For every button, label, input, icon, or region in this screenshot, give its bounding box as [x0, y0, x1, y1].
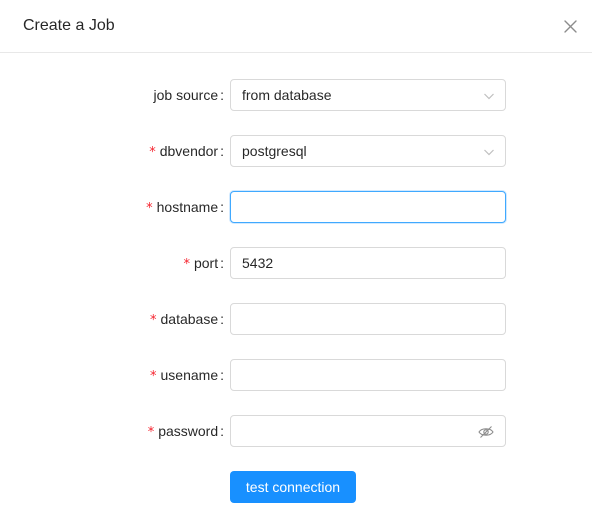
- form-row-usename: * usename:: [0, 359, 592, 391]
- required-mark: *: [147, 425, 155, 440]
- close-button[interactable]: [560, 16, 582, 38]
- job-source-value: from database: [242, 87, 332, 103]
- hostname-label: * hostname:: [146, 199, 224, 216]
- form-row-job-source: job source: from database: [0, 79, 592, 111]
- create-job-modal: Create a Job job source: from database *…: [0, 0, 592, 515]
- password-field-wrapper: [230, 415, 506, 447]
- password-input[interactable]: [231, 416, 505, 446]
- modal-header: Create a Job: [0, 0, 592, 53]
- required-mark: *: [150, 313, 157, 328]
- port-input[interactable]: [231, 248, 505, 278]
- usename-field-wrapper: [230, 359, 506, 391]
- usename-label: * usename:: [150, 367, 224, 384]
- job-source-label: job source:: [153, 87, 224, 103]
- form-row-hostname: * hostname:: [0, 191, 592, 223]
- required-mark: *: [150, 369, 157, 384]
- port-field-wrapper: [230, 247, 506, 279]
- eye-invisible-icon[interactable]: [478, 425, 494, 439]
- required-mark: *: [149, 145, 156, 160]
- form-row-password: * password:: [0, 415, 592, 447]
- form-row-port: * port:: [0, 247, 592, 279]
- database-field-wrapper: [230, 303, 506, 335]
- form-row-database: * database:: [0, 303, 592, 335]
- hostname-input[interactable]: [231, 192, 505, 222]
- dbvendor-select[interactable]: postgresql: [230, 135, 506, 167]
- chevron-down-icon: [484, 93, 494, 100]
- dbvendor-label: * dbvendor:: [149, 143, 224, 160]
- usename-input[interactable]: [231, 360, 505, 390]
- password-label: * password:: [147, 423, 224, 440]
- test-connection-button[interactable]: test connection: [230, 471, 356, 503]
- dbvendor-value: postgresql: [242, 143, 307, 159]
- hostname-field-wrapper: [230, 191, 506, 223]
- job-source-select[interactable]: from database: [230, 79, 506, 111]
- required-mark: *: [146, 201, 153, 216]
- port-label: * port:: [183, 255, 224, 272]
- chevron-down-icon: [484, 149, 494, 156]
- database-input[interactable]: [231, 304, 505, 334]
- required-mark: *: [183, 257, 190, 272]
- database-label: * database:: [150, 311, 224, 328]
- modal-title: Create a Job: [23, 17, 115, 34]
- close-icon: [564, 20, 577, 33]
- form-row-dbvendor: * dbvendor: postgresql: [0, 135, 592, 167]
